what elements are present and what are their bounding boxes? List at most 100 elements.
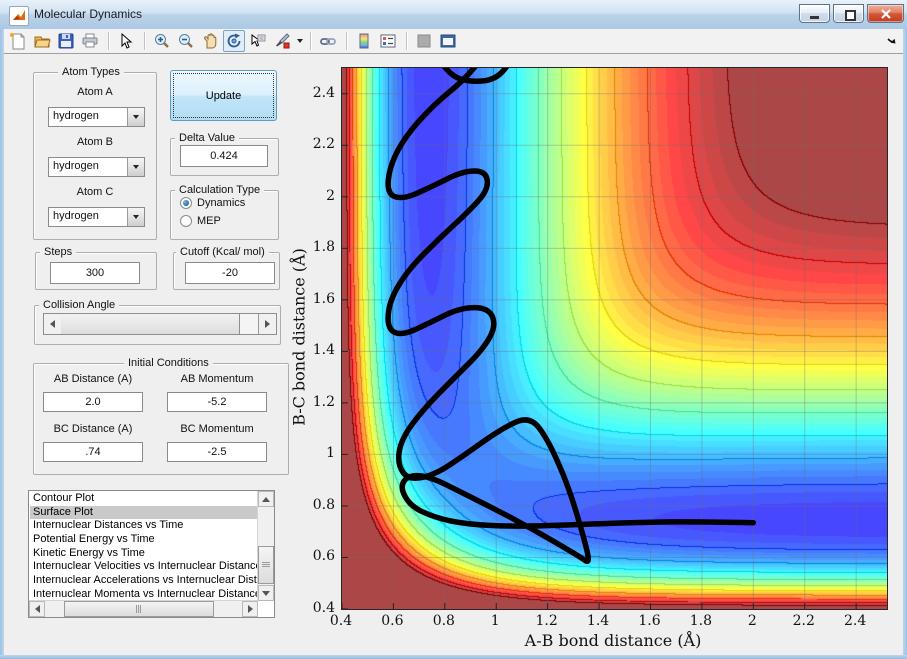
window-title: Molecular Dynamics — [34, 7, 142, 21]
radio-dynamics[interactable]: Dynamics — [180, 197, 245, 209]
y-tick-label: 2 — [301, 188, 335, 204]
arrow-up-icon — [262, 497, 270, 502]
atom-c-label: Atom C — [60, 186, 130, 198]
y-tick-label: 1 — [301, 445, 335, 461]
print-figure-icon — [81, 32, 99, 50]
insert-colorbar-icon — [355, 32, 373, 50]
title-bar[interactable]: Molecular Dynamics — [0, 0, 907, 30]
radio-mep[interactable]: MEP — [180, 215, 221, 227]
arrow-right-icon — [248, 605, 253, 613]
trajectory-line — [388, 68, 753, 561]
slider-left-arrow[interactable] — [44, 314, 62, 334]
atom-c-value: hydrogen — [53, 210, 99, 222]
hide-plot-tools-button[interactable] — [413, 30, 435, 52]
open-file-button[interactable] — [31, 30, 53, 52]
dropdown-caret-icon — [297, 39, 303, 43]
insert-legend-icon — [379, 32, 397, 50]
vertical-scroll-thumb[interactable] — [258, 546, 274, 584]
bc-momentum-field[interactable]: -2.5 — [167, 442, 267, 462]
list-item[interactable]: Internuclear Momenta vs Internuclear Dis… — [30, 588, 257, 600]
scroll-right-button[interactable] — [242, 601, 258, 617]
list-item[interactable]: Contour Plot — [30, 492, 257, 506]
brush-dropdown-button[interactable] — [295, 30, 305, 52]
arrow-left-icon — [35, 605, 40, 613]
scroll-up-button[interactable] — [258, 491, 274, 507]
minimize-button[interactable] — [799, 4, 830, 23]
horizontal-scrollbar[interactable] — [29, 600, 258, 617]
list-item[interactable]: Internuclear Velocities vs Internuclear … — [30, 560, 257, 574]
x-tick-label: 0.6 — [370, 613, 414, 629]
plot-overlay — [342, 68, 887, 609]
collision-angle-slider[interactable] — [43, 313, 277, 335]
list-item[interactable]: Surface Plot — [30, 506, 257, 520]
scroll-left-button[interactable] — [29, 601, 45, 617]
rotate-3d-button[interactable] — [223, 30, 245, 52]
list-item[interactable]: Internuclear Distances vs Time — [30, 519, 257, 533]
y-axis-label: B-C bond distance (Å) — [290, 248, 309, 426]
dropdown-button[interactable] — [127, 108, 144, 126]
delta-value-field[interactable]: 0.424 — [180, 145, 268, 167]
save-figure-icon — [57, 32, 75, 50]
edit-plot-button[interactable] — [115, 30, 137, 52]
atom-a-label: Atom A — [60, 86, 130, 98]
cutoff-field[interactable]: -20 — [185, 262, 275, 284]
slider-thumb[interactable] — [61, 314, 240, 334]
pes-contour-plot[interactable] — [341, 67, 888, 610]
arrow-left-icon — [50, 320, 55, 328]
new-figure-button[interactable] — [7, 30, 29, 52]
update-button[interactable]: Update — [170, 70, 277, 121]
figure-window: Molecular Dynamics — [0, 0, 907, 659]
atom-b-dropdown[interactable]: hydrogen — [48, 157, 145, 177]
print-figure-button[interactable] — [79, 30, 101, 52]
slider-right-arrow[interactable] — [258, 314, 276, 334]
toolbar-separator — [144, 32, 146, 50]
show-plot-tools-dock-button[interactable] — [437, 30, 459, 52]
close-icon — [868, 5, 905, 24]
y-tick-label: 0.8 — [301, 497, 335, 513]
atom-b-value: hydrogen — [53, 160, 99, 172]
toolbar-separator — [346, 32, 348, 50]
zoom-in-button[interactable] — [151, 30, 173, 52]
insert-legend-button[interactable] — [377, 30, 399, 52]
save-figure-button[interactable] — [55, 30, 77, 52]
atom-c-dropdown[interactable]: hydrogen — [48, 207, 145, 227]
x-tick-label: 1 — [473, 613, 517, 629]
y-tick-label: 0.4 — [301, 600, 335, 616]
close-button[interactable] — [867, 4, 904, 23]
atom-a-dropdown[interactable]: hydrogen — [48, 107, 145, 127]
scroll-down-button[interactable] — [258, 585, 274, 601]
pan-button[interactable] — [199, 30, 221, 52]
restore-button[interactable] — [833, 4, 864, 23]
x-tick-label: 2.2 — [782, 613, 826, 629]
steps-field[interactable]: 300 — [50, 262, 140, 284]
x-tick-label: 1.4 — [576, 613, 620, 629]
ab-distance-field[interactable]: 2.0 — [43, 392, 143, 412]
y-tick-label: 2.4 — [301, 85, 335, 101]
insert-colorbar-button[interactable] — [353, 30, 375, 52]
toolbar-overflow-button[interactable] — [886, 33, 898, 51]
dropdown-button[interactable] — [127, 158, 144, 176]
chevron-down-icon — [133, 165, 139, 169]
group-title: Cutoff (Kcal/ mol) — [176, 246, 269, 258]
vertical-scrollbar[interactable] — [257, 491, 274, 601]
atom-a-value: hydrogen — [53, 110, 99, 122]
list-item[interactable]: Internuclear Accelerations vs Internucle… — [30, 574, 257, 588]
list-item[interactable]: Potential Energy vs Time — [30, 533, 257, 547]
window-border — [0, 29, 4, 659]
listbox-items: Contour PlotSurface PlotInternuclear Dis… — [30, 492, 257, 600]
dropdown-button[interactable] — [127, 208, 144, 226]
zoom-out-button[interactable] — [175, 30, 197, 52]
radio-icon — [180, 215, 192, 227]
list-item[interactable]: Kinetic Energy vs Time — [30, 547, 257, 561]
link-plot-button[interactable] — [317, 30, 339, 52]
bc-distance-field[interactable]: .74 — [43, 442, 143, 462]
group-title: Initial Conditions — [124, 357, 213, 369]
data-cursor-button[interactable] — [247, 30, 269, 52]
brush-button[interactable] — [271, 30, 293, 52]
horizontal-scroll-thumb[interactable] — [64, 601, 214, 617]
data-cursor-icon — [249, 32, 267, 50]
ab-momentum-field[interactable]: -5.2 — [167, 392, 267, 412]
ab-distance-label: AB Distance (A) — [43, 373, 143, 385]
x-tick-label: 1.6 — [627, 613, 671, 629]
plot-type-listbox[interactable]: Contour PlotSurface PlotInternuclear Dis… — [28, 490, 275, 618]
